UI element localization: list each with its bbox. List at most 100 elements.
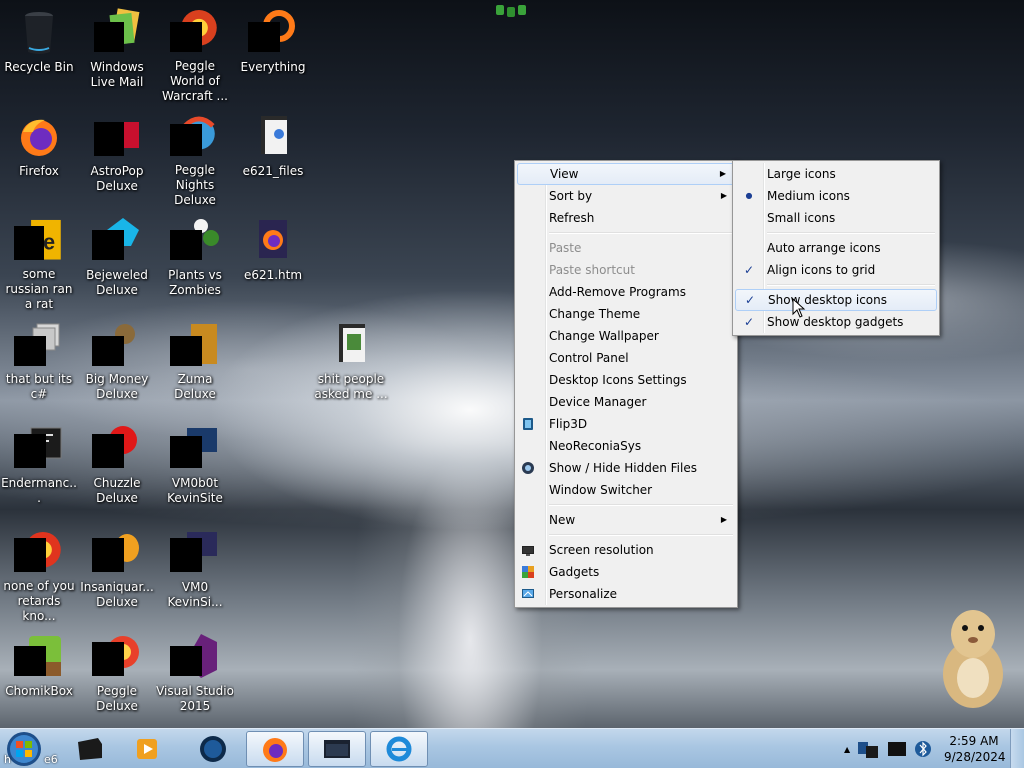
- desktop-icon-astropop[interactable]: AstroPop Deluxe: [78, 108, 156, 208]
- menu-item-flip3d[interactable]: Flip3D: [517, 413, 735, 435]
- menu-item-change-wallpaper[interactable]: Change Wallpaper: [517, 325, 735, 347]
- menu-item-auto-arrange-icons[interactable]: Auto arrange icons: [735, 237, 937, 259]
- desktop-icon-endermanc[interactable]: Endermanc...: [0, 420, 78, 520]
- desktop-icon-vm0b0t[interactable]: VM0b0t KevinSite: [156, 420, 234, 520]
- monitor-icon: [522, 546, 534, 556]
- menu-item-window-switcher[interactable]: Window Switcher: [517, 479, 735, 501]
- desktop-icon-windows-live-mail[interactable]: Windows Live Mail: [78, 4, 156, 104]
- desktop-icon-label: e621_files: [242, 164, 304, 178]
- desktop-icon-label: Peggle World of Warcraft ...: [162, 59, 228, 104]
- desktop-icon-peggle-wow[interactable]: Peggle World of Warcraft ...: [156, 4, 234, 104]
- start-suffix-text: e6: [44, 753, 58, 766]
- desktop-icon-chomikbox[interactable]: ChomikBox: [0, 628, 78, 728]
- taskbar-button-internet-explorer[interactable]: [370, 731, 428, 767]
- menu-item-label: Personalize: [549, 587, 618, 601]
- redaction-box: [94, 22, 124, 52]
- menu-item-label: Window Switcher: [549, 483, 653, 497]
- menu-item-change-theme[interactable]: Change Theme: [517, 303, 735, 325]
- gadgets-icon: [522, 566, 534, 578]
- menu-item-new[interactable]: New ▶: [517, 509, 735, 531]
- menu-item-label: View: [550, 167, 579, 181]
- menu-item-label: Device Manager: [549, 395, 647, 409]
- menu-item-label: Auto arrange icons: [767, 241, 881, 255]
- taskbar-button-media-player[interactable]: [118, 731, 176, 767]
- tray-expand-arrow-icon[interactable]: ▲: [844, 745, 850, 754]
- desktop-icon-insaniquarium[interactable]: Insaniquar... Deluxe: [78, 524, 156, 624]
- desktop-icon-label: VM0 KevinSi...: [167, 580, 223, 609]
- menu-item-neoreconiasys[interactable]: NeoReconiaSys: [517, 435, 735, 457]
- menu-item-small-icons[interactable]: Small icons: [735, 207, 937, 229]
- desktop-icon-everything[interactable]: Everything: [234, 4, 312, 104]
- submenu-arrow-icon: ▶: [720, 191, 727, 200]
- internet-explorer-icon: [386, 736, 412, 762]
- menu-item-label: Sort by: [549, 189, 593, 203]
- menu-item-medium-icons[interactable]: ● Medium icons: [735, 185, 937, 207]
- taskbar-clock[interactable]: 2:59 AM 9/28/2024: [944, 733, 1006, 765]
- desktop-icon-peggle-nights[interactable]: Peggle Nights Deluxe: [156, 108, 234, 208]
- submenu-arrow-icon: ▶: [720, 515, 727, 524]
- menu-item-align-icons-to-grid[interactable]: ✓ Align icons to grid: [735, 259, 937, 281]
- redaction-box: [92, 538, 124, 572]
- taskbar-button-window[interactable]: [308, 731, 366, 767]
- menu-item-gadgets[interactable]: Gadgets: [517, 561, 735, 583]
- redaction-box: [170, 230, 202, 260]
- desktop-icon-label: shit people asked me ...: [314, 372, 388, 401]
- network-icon[interactable]: [856, 738, 880, 760]
- desktop-icon-label: Big Money Deluxe: [85, 372, 149, 401]
- menu-item-view[interactable]: View ▶: [517, 163, 735, 185]
- taskbar-button-recycle-bin[interactable]: [60, 731, 118, 767]
- desktop-icon-bejeweled[interactable]: Bejeweled Deluxe: [78, 212, 156, 312]
- taskbar-button-firefox[interactable]: [246, 731, 304, 767]
- folder-icon: [339, 324, 365, 362]
- menu-item-paste[interactable]: Paste: [517, 237, 735, 259]
- taskbar-button-globe[interactable]: [184, 731, 242, 767]
- desktop-icon-label: ChomikBox: [5, 684, 73, 698]
- volume-icon[interactable]: [886, 738, 908, 760]
- desktop-icon-visual-studio[interactable]: Visual Studio 2015: [156, 628, 234, 728]
- desktop-icon-none-of-you[interactable]: none of you retards kno...: [0, 524, 78, 624]
- redaction-box: [92, 336, 124, 366]
- menu-item-sort-by[interactable]: Sort by ▶: [517, 185, 735, 207]
- desktop-icon-label: Peggle Deluxe: [96, 684, 138, 713]
- desktop-icon-recycle-bin[interactable]: Recycle Bin: [0, 4, 78, 104]
- clock-date: 9/28/2024: [944, 750, 1006, 764]
- menu-item-personalize[interactable]: Personalize: [517, 583, 735, 605]
- menu-item-show-hide-hidden-files[interactable]: Show / Hide Hidden Files: [517, 457, 735, 479]
- desktop-icon-peggle-deluxe[interactable]: Peggle Deluxe: [78, 628, 156, 728]
- clock-time: 2:59 AM: [949, 734, 999, 748]
- desktop-icon-label: Chuzzle Deluxe: [93, 476, 141, 505]
- menu-item-screen-resolution[interactable]: Screen resolution: [517, 539, 735, 561]
- menu-item-show-desktop-gadgets[interactable]: ✓ Show desktop gadgets: [735, 311, 937, 333]
- desktop-icon-e621-htm[interactable]: e621.htm: [234, 212, 312, 312]
- bluetooth-icon[interactable]: [914, 740, 932, 758]
- radio-bullet-icon: ●: [745, 191, 753, 200]
- desktop-icon-vm0[interactable]: VM0 KevinSi...: [156, 524, 234, 624]
- desktop-icon-zuma[interactable]: Zuma Deluxe: [156, 316, 234, 416]
- menu-item-device-manager[interactable]: Device Manager: [517, 391, 735, 413]
- folder-icon: [261, 116, 287, 154]
- desktop-icon-shit-people-asked[interactable]: shit people asked me ...: [312, 316, 390, 416]
- menu-item-label: Align icons to grid: [767, 263, 876, 277]
- desktop-icon-russian-rat[interactable]: e some russian ran a rat: [0, 212, 78, 312]
- menu-item-label: Refresh: [549, 211, 595, 225]
- desktop-icon-plants-vs-zombies[interactable]: Plants vs Zombies: [156, 212, 234, 312]
- show-desktop-button[interactable]: [1010, 729, 1024, 768]
- menu-item-control-panel[interactable]: Control Panel: [517, 347, 735, 369]
- desktop-icon-chuzzle[interactable]: Chuzzle Deluxe: [78, 420, 156, 520]
- redaction-box: [92, 230, 124, 260]
- view-submenu: Large icons ● Medium icons Small icons A…: [732, 160, 940, 336]
- desktop-icon-firefox[interactable]: Firefox: [0, 108, 78, 208]
- desktop-icon-that-but-its-cs[interactable]: that but its c#: [0, 316, 78, 416]
- desktop-icon-e621-files[interactable]: e621_files: [234, 108, 312, 208]
- menu-item-show-desktop-icons[interactable]: ✓ Show desktop icons: [735, 289, 937, 311]
- menu-item-large-icons[interactable]: Large icons: [735, 163, 937, 185]
- redaction-box: [14, 538, 46, 572]
- menu-item-desktop-icons-settings[interactable]: Desktop Icons Settings: [517, 369, 735, 391]
- menu-item-refresh[interactable]: Refresh: [517, 207, 735, 229]
- desktop-icon-big-money[interactable]: Big Money Deluxe: [78, 316, 156, 416]
- menu-item-add-remove-programs[interactable]: Add-Remove Programs: [517, 281, 735, 303]
- desktop-icon-label: Recycle Bin: [4, 60, 74, 74]
- menu-item-paste-shortcut[interactable]: Paste shortcut: [517, 259, 735, 281]
- redaction-box: [170, 336, 202, 366]
- firefox-document-icon: [259, 220, 287, 258]
